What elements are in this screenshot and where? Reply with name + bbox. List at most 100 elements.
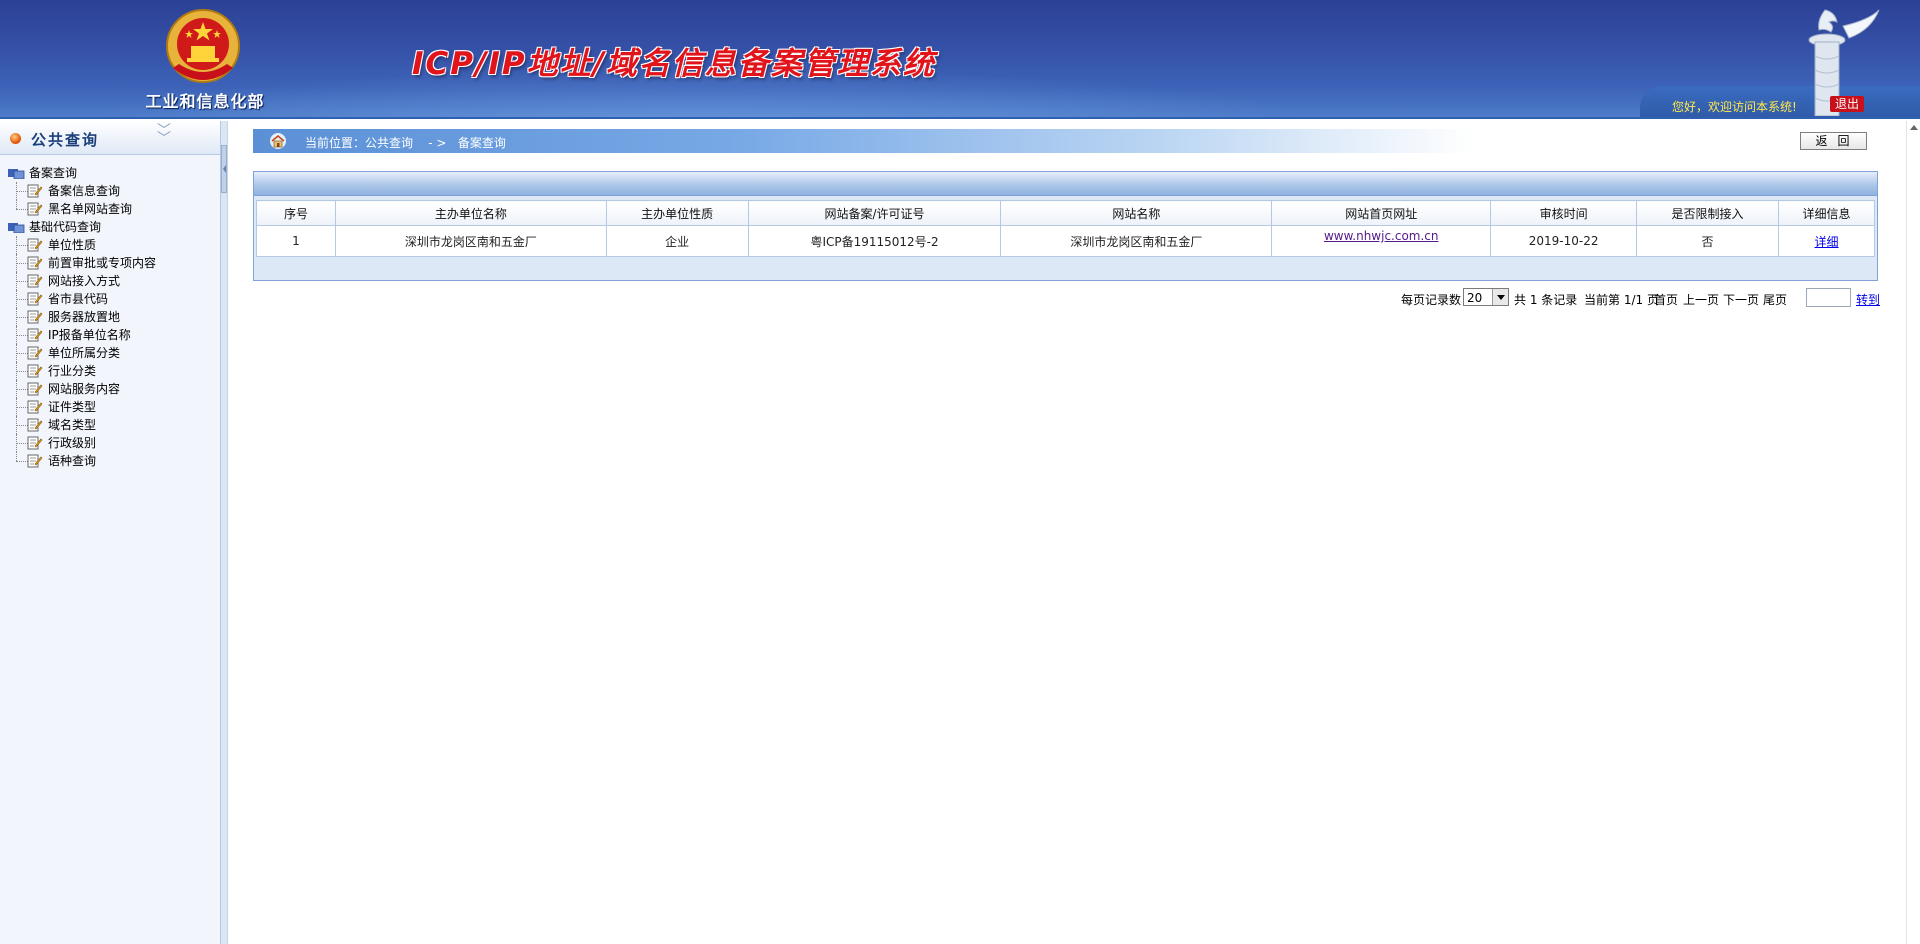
back-button[interactable]: 返回 <box>1800 132 1867 150</box>
welcome-text: 您好，欢迎访问本系统! <box>1672 100 1797 114</box>
tree-group-label: 基础代码查询 <box>29 220 102 234</box>
col-header-org-type: 主办单位性质 <box>605 200 749 226</box>
table-row: 1 深圳市龙岗区南和五金厂 企业 粤ICP备19115012号-2 深圳市龙岗区… <box>256 225 1876 257</box>
cell-restricted: 否 <box>1636 225 1779 257</box>
document-edit-icon <box>27 418 43 432</box>
col-header-audit-date: 审核时间 <box>1490 200 1638 226</box>
col-header-url: 网站首页网址 <box>1271 200 1492 226</box>
sidebar-item-label: 前置审批或专项内容 <box>48 256 157 270</box>
document-edit-icon <box>27 400 43 414</box>
per-page-label: 每页记录数 <box>1401 293 1462 307</box>
document-edit-icon <box>27 382 43 396</box>
grid-title-bar <box>254 172 1877 196</box>
sidebar-item-unit-category[interactable]: 单位所属分类 <box>8 344 220 362</box>
sidebar-item-pre-approval[interactable]: 前置审批或专项内容 <box>8 254 220 272</box>
cell-audit-date: 2019-10-22 <box>1490 225 1638 257</box>
sidebar-item-domain-type[interactable]: 域名类型 <box>8 416 220 434</box>
sidebar-item-language-query[interactable]: 语种查询 <box>8 452 220 470</box>
sidebar-item-label: 语种查询 <box>48 454 97 468</box>
header-banner: 工业和信息化部 ICP/IP地址/域名信息备案管理系统 您好，欢迎访问本系统! … <box>0 0 1920 119</box>
site-url-link[interactable]: www.nhwjc.com.cn <box>1324 229 1439 243</box>
next-page: 下一页 <box>1723 293 1760 307</box>
cell-no: 1 <box>256 225 336 257</box>
result-grid-panel: 序号 主办单位名称 主办单位性质 网站备案/许可证号 网站名称 网站首页网址 审… <box>253 171 1878 281</box>
document-edit-icon <box>27 202 43 216</box>
sidebar-item-label: 单位所属分类 <box>48 346 121 360</box>
home-icon[interactable] <box>269 133 287 149</box>
collapse-arrow-icon[interactable] <box>221 145 227 193</box>
system-title: ICP/IP地址/域名信息备案管理系统 <box>412 46 936 82</box>
dropdown-arrow-icon[interactable] <box>1492 289 1508 305</box>
ministry-name: 工业和信息化部 <box>145 92 265 111</box>
goto-link[interactable]: 转到 <box>1856 291 1880 308</box>
cell-org-name: 深圳市龙岗区南和五金厂 <box>334 225 607 257</box>
last-page: 尾页 <box>1763 293 1788 307</box>
goto-page-input[interactable] <box>1806 288 1851 307</box>
breadcrumb-text: 当前位置：公共查询 - > 备案查询 <box>305 136 506 150</box>
cell-license: 粤ICP备19115012号-2 <box>747 225 1002 257</box>
sidebar-item-record-info-query[interactable]: 备案信息查询 <box>8 182 220 200</box>
cell-site-name: 深圳市龙岗区南和五金厂 <box>1000 225 1273 257</box>
cell-detail: 详细 <box>1777 225 1876 257</box>
sidebar-item-label: 网站接入方式 <box>48 274 121 288</box>
tree-group-record-query[interactable]: 备案查询 <box>8 164 220 182</box>
result-table: 序号 主办单位名称 主办单位性质 网站备案/许可证号 网站名称 网站首页网址 审… <box>256 200 1876 257</box>
sidebar-splitter[interactable] <box>221 121 228 944</box>
col-header-license: 网站备案/许可证号 <box>747 200 1002 226</box>
orange-dot-icon <box>10 133 21 144</box>
col-header-detail: 详细信息 <box>1777 200 1876 226</box>
document-edit-icon <box>27 346 43 360</box>
per-page-value: 20 <box>1467 291 1483 305</box>
vertical-scrollbar[interactable] <box>1906 121 1920 944</box>
sidebar-item-industry[interactable]: 行业分类 <box>8 362 220 380</box>
document-edit-icon <box>27 310 43 324</box>
sidebar-item-label: 省市县代码 <box>48 292 109 306</box>
sidebar-item-region-code[interactable]: 省市县代码 <box>8 290 220 308</box>
sidebar-item-label: 域名类型 <box>48 418 97 432</box>
document-edit-icon <box>27 238 43 252</box>
sidebar-item-ip-unit-name[interactable]: IP报备单位名称 <box>8 326 220 344</box>
document-edit-icon <box>27 328 43 342</box>
logout-button[interactable]: 退出 <box>1830 96 1864 112</box>
document-edit-icon <box>27 292 43 306</box>
first-page: 首页 <box>1654 293 1679 307</box>
breadcrumb: 当前位置：公共查询 - > 备案查询 <box>253 129 1473 153</box>
sidebar: 公共查询 ﹀ ﹀ 备案查询 备案信息查询 黑名单网站查询 基础代码查询 单位性质 … <box>0 121 221 944</box>
document-edit-icon <box>27 184 43 198</box>
document-edit-icon <box>27 274 43 288</box>
sidebar-item-label: 备案信息查询 <box>48 184 121 198</box>
header-glow <box>0 0 1920 117</box>
double-chevron-down-icon[interactable]: ﹀ ﹀ <box>157 124 171 146</box>
sidebar-item-label: 网站服务内容 <box>48 382 121 396</box>
col-header-site-name: 网站名称 <box>1000 200 1273 226</box>
sidebar-item-service-content[interactable]: 网站服务内容 <box>8 380 220 398</box>
cell-org-type: 企业 <box>605 225 749 257</box>
sidebar-tree: 备案查询 备案信息查询 黑名单网站查询 基础代码查询 单位性质 前置审批或专项内… <box>0 155 220 470</box>
sidebar-header[interactable]: 公共查询 ﹀ ﹀ <box>0 121 220 155</box>
sidebar-item-id-type[interactable]: 证件类型 <box>8 398 220 416</box>
prev-page: 上一页 <box>1683 293 1720 307</box>
sidebar-item-blacklist-query[interactable]: 黑名单网站查询 <box>8 200 220 218</box>
main-content: 当前位置：公共查询 - > 备案查询 返回 序号 主办单位名称 主办单位性质 网… <box>229 121 1906 944</box>
sidebar-item-label: 单位性质 <box>48 238 97 252</box>
tree-group-label: 备案查询 <box>29 166 78 180</box>
sidebar-item-unit-nature[interactable]: 单位性质 <box>8 236 220 254</box>
per-page-select[interactable]: 20 <box>1463 288 1509 306</box>
sidebar-item-label: 行业分类 <box>48 364 97 378</box>
sidebar-item-label: 黑名单网站查询 <box>48 202 133 216</box>
col-header-org-name: 主办单位名称 <box>334 200 607 226</box>
cell-url: www.nhwjc.com.cn <box>1271 225 1492 257</box>
sidebar-item-access-method[interactable]: 网站接入方式 <box>8 272 220 290</box>
document-edit-icon <box>27 454 43 468</box>
sidebar-item-label: 行政级别 <box>48 436 97 450</box>
sidebar-item-label: IP报备单位名称 <box>48 328 131 342</box>
col-header-no: 序号 <box>256 200 336 226</box>
sidebar-item-admin-level[interactable]: 行政级别 <box>8 434 220 452</box>
table-header-row: 序号 主办单位名称 主办单位性质 网站备案/许可证号 网站名称 网站首页网址 审… <box>256 200 1876 226</box>
detail-link[interactable]: 详细 <box>1814 235 1838 249</box>
sidebar-item-server-location[interactable]: 服务器放置地 <box>8 308 220 326</box>
tree-group-base-code-query[interactable]: 基础代码查询 <box>8 218 220 236</box>
pagination: 每页记录数 20 共 1 条记录 当前第 1/1 页 首页 上一页 下一页 尾页… <box>1401 287 1881 309</box>
document-edit-icon <box>27 364 43 378</box>
sidebar-item-label: 证件类型 <box>48 400 97 414</box>
